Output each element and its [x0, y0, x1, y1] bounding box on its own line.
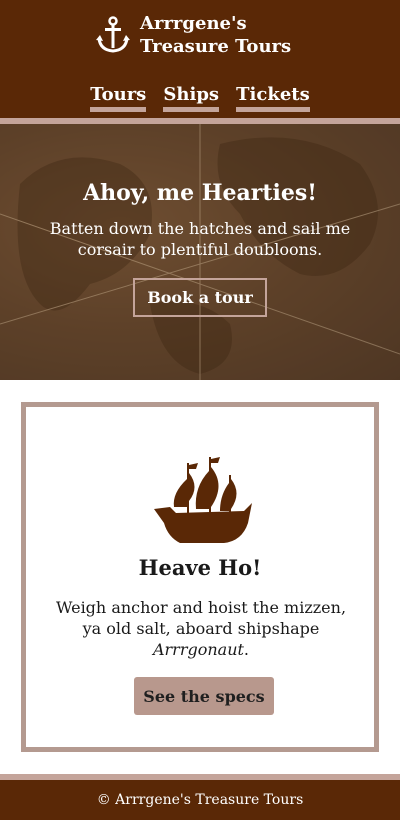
- hero-title: Ahoy, me Hearties!: [83, 180, 317, 206]
- nav-link-ships[interactable]: Ships: [163, 84, 220, 112]
- hero-text: Batten down the hatches and sail me cors…: [49, 219, 351, 259]
- main-nav: Tours Ships Tickets: [0, 84, 400, 112]
- brand-line-2: Treasure Tours: [140, 36, 292, 57]
- nav-link-tours[interactable]: Tours: [90, 84, 147, 112]
- ship-card: Heave Ho! Weigh anchor and hoist the miz…: [21, 402, 379, 752]
- card-text-suffix: .: [243, 640, 250, 659]
- hero-banner: Ahoy, me Hearties! Batten down the hatch…: [0, 118, 400, 380]
- brand-name: Arrrgene's Treasure Tours: [140, 12, 291, 58]
- site-footer: © Arrrgene's Treasure Tours: [0, 774, 400, 820]
- site-header: Arrrgene's Treasure Tours Tours Ships Ti…: [0, 0, 400, 118]
- book-tour-button[interactable]: Book a tour: [133, 278, 267, 317]
- pirate-ship-icon: [154, 457, 252, 543]
- nav-link-tickets[interactable]: Tickets: [236, 84, 310, 112]
- hero-content: Ahoy, me Hearties! Batten down the hatch…: [0, 180, 400, 317]
- see-specs-button[interactable]: See the specs: [134, 677, 274, 715]
- card-text-prefix: Weigh anchor and hoist the mizzen, ya ol…: [55, 598, 347, 638]
- brand-line-1: Arrrgene's: [140, 13, 247, 34]
- copyright-text: © Arrrgene's Treasure Tours: [96, 792, 304, 808]
- card-title: Heave Ho!: [138, 555, 262, 580]
- ship-name: Arrrgonaut: [152, 640, 244, 659]
- brand[interactable]: Arrrgene's Treasure Tours: [96, 12, 291, 58]
- anchor-icon: [96, 16, 130, 53]
- card-text: Weigh anchor and hoist the mizzen, ya ol…: [50, 597, 352, 660]
